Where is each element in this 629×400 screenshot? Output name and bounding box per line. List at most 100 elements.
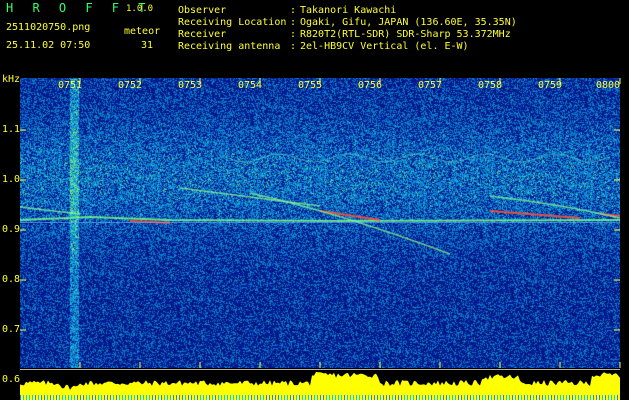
activity-noise-mark: [452, 395, 453, 400]
activity-noise-mark: [119, 395, 120, 400]
activity-noise-mark: [503, 395, 504, 400]
info-value-location: Ogaki, Gifu, JAPAN (136.60E, 35.35N): [300, 17, 517, 28]
activity-noise-mark: [77, 395, 78, 400]
activity-noise-mark: [26, 395, 27, 400]
activity-noise-mark: [548, 395, 549, 400]
activity-noise-mark: [545, 395, 546, 400]
activity-noise-mark: [464, 395, 465, 400]
activity-noise-mark: [608, 395, 609, 400]
activity-noise-mark: [92, 395, 93, 400]
activity-noise-mark: [326, 395, 327, 400]
activity-noise-mark: [248, 395, 249, 400]
activity-noise-mark: [155, 395, 156, 400]
activity-noise-mark: [47, 395, 48, 400]
activity-noise-mark: [128, 395, 129, 400]
activity-noise-mark: [356, 395, 357, 400]
activity-noise-mark: [122, 395, 123, 400]
activity-noise-mark: [170, 395, 171, 400]
activity-noise-mark: [242, 395, 243, 400]
activity-noise-mark: [314, 395, 315, 400]
activity-noise-mark: [62, 395, 63, 400]
activity-noise-mark: [287, 395, 288, 400]
activity-noise-mark: [371, 395, 372, 400]
activity-noise-mark: [89, 395, 90, 400]
activity-noise-mark: [80, 395, 81, 400]
activity-noise-mark: [422, 395, 423, 400]
activity-noise-mark: [419, 395, 420, 400]
activity-noise-mark: [56, 395, 57, 400]
activity-noise-mark: [179, 395, 180, 400]
activity-noise-mark: [446, 395, 447, 400]
activity-noise-mark: [398, 395, 399, 400]
activity-noise-mark: [455, 395, 456, 400]
activity-noise-mark: [98, 395, 99, 400]
activity-noise-mark: [68, 395, 69, 400]
spectrogram-canvas: [20, 78, 620, 368]
info-value-antenna: 2el-HB9CV Vertical (el. E-W): [300, 41, 469, 52]
activity-noise-mark: [404, 395, 405, 400]
activity-noise-mark: [512, 395, 513, 400]
info-colon: :: [290, 29, 297, 40]
activity-noise-mark: [311, 395, 312, 400]
activity-noise-mark: [107, 395, 108, 400]
activity-noise-mark: [266, 395, 267, 400]
activity-noise-mark: [86, 395, 87, 400]
activity-noise-mark: [38, 395, 39, 400]
activity-noise-mark: [350, 395, 351, 400]
activity-noise-mark: [515, 395, 516, 400]
activity-noise-mark: [407, 395, 408, 400]
activity-noise-mark: [302, 395, 303, 400]
activity-noise-mark: [251, 395, 252, 400]
activity-noise-mark: [332, 395, 333, 400]
activity-noise-mark: [113, 395, 114, 400]
activity-noise-mark: [281, 395, 282, 400]
info-colon: :: [290, 5, 297, 16]
x-tick-label: 0756: [358, 80, 383, 91]
activity-noise-mark: [596, 395, 597, 400]
x-tick-label: 0755: [298, 80, 323, 91]
x-tick-label: 0752: [118, 80, 143, 91]
activity-noise-mark: [428, 395, 429, 400]
activity-noise-mark: [434, 395, 435, 400]
y-tick-label: 1.0: [2, 174, 21, 185]
activity-noise-mark: [146, 395, 147, 400]
activity-noise-mark: [605, 395, 606, 400]
activity-noise-mark: [362, 395, 363, 400]
activity-noise-mark: [587, 395, 588, 400]
activity-noise-mark: [230, 395, 231, 400]
activity-noise-mark: [278, 395, 279, 400]
activity-noise-mark: [44, 395, 45, 400]
activity-noise-mark: [176, 395, 177, 400]
activity-noise-mark: [533, 395, 534, 400]
info-colon: :: [290, 41, 297, 52]
x-tick-label: 0759: [538, 80, 563, 91]
activity-noise-mark: [263, 395, 264, 400]
info-value-receiver: R820T2(RTL-SDR) SDR-Sharp 53.372MHz: [300, 29, 511, 40]
activity-noise-mark: [386, 395, 387, 400]
activity-noise-mark: [593, 395, 594, 400]
activity-noise-mark: [35, 395, 36, 400]
activity-noise-mark: [50, 395, 51, 400]
activity-noise-mark: [161, 395, 162, 400]
activity-noise-mark: [182, 395, 183, 400]
activity-noise-mark: [554, 395, 555, 400]
activity-noise-mark: [425, 395, 426, 400]
activity-noise-mark: [395, 395, 396, 400]
activity-noise-mark: [32, 395, 33, 400]
activity-noise-mark: [245, 395, 246, 400]
activity-noise-mark: [164, 395, 165, 400]
y-tick-label: 0.8: [2, 274, 21, 285]
activity-noise-mark: [359, 395, 360, 400]
activity-noise-mark: [527, 395, 528, 400]
activity-noise-mark: [602, 395, 603, 400]
activity-noise-mark: [152, 395, 153, 400]
activity-noise-mark: [305, 395, 306, 400]
meteor-label: meteor: [124, 26, 161, 37]
activity-noise-mark: [23, 395, 24, 400]
signal-activity-strip: [20, 372, 620, 400]
activity-noise-mark: [524, 395, 525, 400]
y-axis-unit: kHz: [2, 74, 21, 85]
activity-noise-mark: [494, 395, 495, 400]
info-colon: :: [290, 17, 297, 28]
activity-noise-mark: [437, 395, 438, 400]
